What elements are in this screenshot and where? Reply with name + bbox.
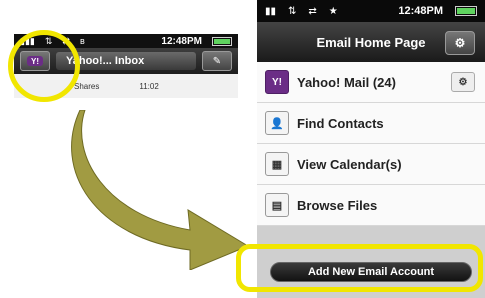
add-email-account-button[interactable]: Add New Email Account (270, 262, 472, 282)
status-time: 12:48PM (398, 5, 443, 17)
network-icon: ⇄ (308, 5, 317, 17)
list-item-find-contacts[interactable]: 👤 Find Contacts (257, 103, 485, 144)
star-icon: ★ (328, 5, 338, 17)
email-options-list: Y! Yahoo! Mail (24) ⚙ 👤 Find Contacts ▦ … (257, 62, 485, 226)
right-status-bar: ▮▮ ⇅ ⇄ ★ 12:48PM (257, 0, 485, 22)
list-item-view-calendars[interactable]: ▦ View Calendar(s) (257, 144, 485, 185)
list-item-yahoo-mail[interactable]: Y! Yahoo! Mail (24) ⚙ (257, 62, 485, 103)
yahoo-icon: Y! (265, 70, 289, 94)
signal-icon: ▮▮ (265, 5, 277, 17)
mail-gear-icon: ⚙ (458, 76, 468, 88)
data-icon: ⇅ (288, 5, 297, 17)
list-item-label: Find Contacts (297, 115, 384, 131)
bluetooth-icon: ʙ (79, 36, 85, 46)
settings-button[interactable]: ⚙ (445, 31, 475, 55)
battery-icon (455, 6, 477, 16)
list-item-label: View Calendar(s) (297, 156, 402, 172)
contacts-icon: 👤 (265, 111, 289, 135)
compose-button[interactable]: ✎ (202, 51, 232, 71)
curved-arrow (71, 110, 250, 270)
calendar-icon: ▦ (265, 152, 289, 176)
inbox-row-text: Shares (74, 81, 100, 91)
highlight-circle (8, 30, 80, 102)
files-icon: ▤ (265, 193, 289, 217)
email-home-header: Email Home Page ⚙ (257, 22, 485, 62)
compose-icon: ✎ (212, 55, 222, 67)
mail-settings-button[interactable]: ⚙ (451, 72, 475, 92)
battery-icon (212, 36, 232, 46)
gear-icon: ⚙ (454, 36, 466, 50)
list-item-label: Browse Files (297, 197, 378, 213)
list-item-label: Yahoo! Mail (24) (297, 74, 396, 90)
list-item-browse-files[interactable]: ▤ Browse Files (257, 185, 485, 226)
status-time: 12:48PM (161, 35, 202, 47)
inbox-row-time: 11:02 (139, 81, 159, 91)
